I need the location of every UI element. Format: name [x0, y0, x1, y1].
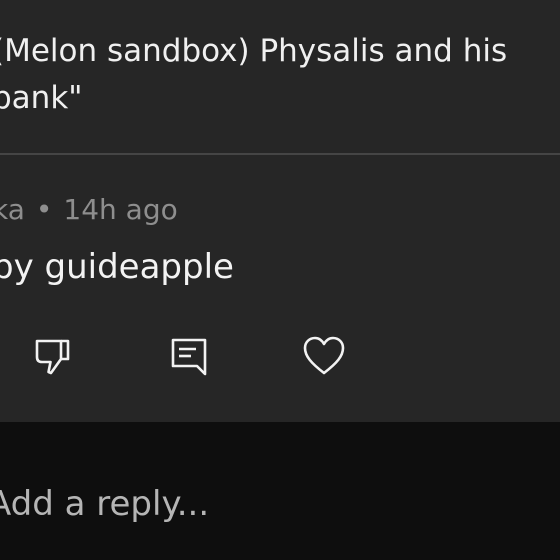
comment-card: (Melon sandbox) Physalis and his bank" k…: [0, 0, 560, 422]
parent-comment-text: (Melon sandbox) Physalis and his bank": [0, 33, 508, 116]
thumbs-down-icon: [35, 339, 70, 375]
comment-meta: ka • 14h ago: [0, 192, 178, 228]
like-button[interactable]: [302, 334, 346, 378]
meta-separator: •: [35, 193, 53, 226]
comment-author[interactable]: ka: [0, 193, 25, 226]
comment-timestamp: 14h ago: [63, 193, 178, 226]
reply-button[interactable]: [167, 334, 211, 378]
comment-text: py guideapple: [0, 247, 234, 287]
heart-icon: [303, 336, 345, 375]
reply-input[interactable]: [0, 480, 548, 528]
comment-icon: [171, 338, 207, 376]
dislike-button[interactable]: [30, 334, 74, 378]
comment-thread-screen: (Melon sandbox) Physalis and his bank" k…: [0, 0, 560, 560]
reply-bar: [0, 422, 560, 560]
divider: [0, 153, 560, 155]
